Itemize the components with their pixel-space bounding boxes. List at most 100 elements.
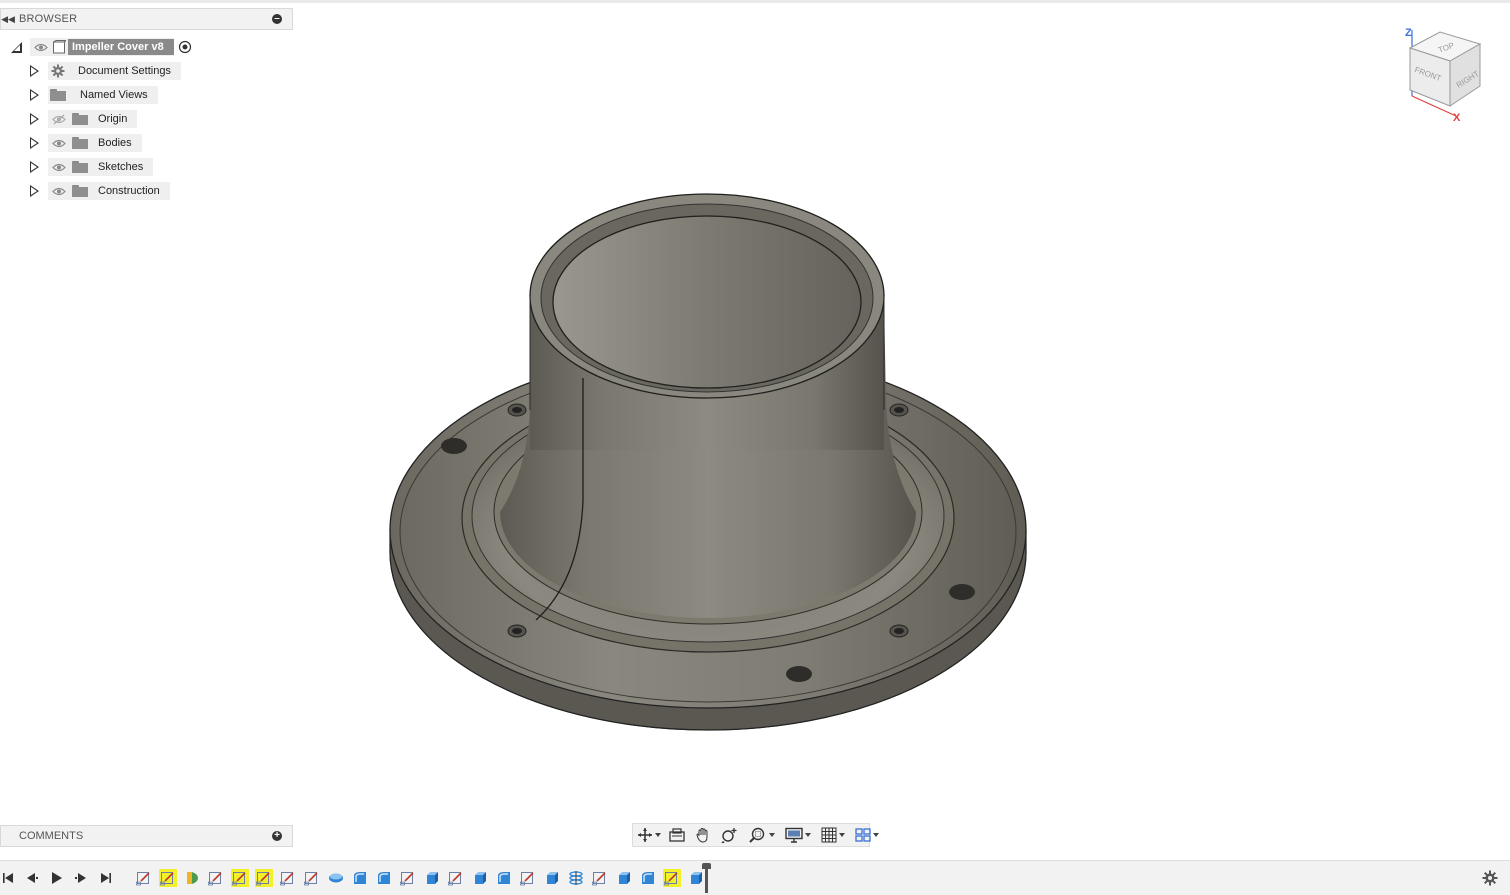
timeline-feature-extrude-icon[interactable] bbox=[471, 869, 489, 887]
timeline-feature-revolve-icon[interactable] bbox=[183, 869, 201, 887]
browser-item-sketches[interactable]: Sketches bbox=[28, 157, 154, 177]
top-divider bbox=[0, 0, 1510, 3]
browser-item-label: Named Views bbox=[80, 89, 148, 101]
folder-icon bbox=[72, 161, 88, 173]
sketches-box[interactable]: Sketches bbox=[48, 158, 154, 176]
timeline-feature-sketch-icon[interactable] bbox=[159, 869, 177, 887]
browser-panel-header[interactable]: ◀◀ BROWSER – bbox=[0, 8, 293, 30]
collapse-panel-icon[interactable]: ◀◀ bbox=[1, 14, 15, 25]
browser-item-label: Sketches bbox=[98, 161, 144, 173]
timeline-bar bbox=[0, 860, 1510, 895]
visibility-eye-icon[interactable] bbox=[48, 158, 70, 176]
viewports-icon bbox=[855, 828, 871, 842]
expand-icon[interactable] bbox=[28, 160, 40, 174]
timeline-feature-sketch-icon[interactable] bbox=[447, 869, 465, 887]
origin-box[interactable]: Origin bbox=[48, 110, 138, 128]
expand-icon[interactable] bbox=[28, 136, 40, 150]
grid-icon bbox=[821, 827, 837, 843]
look-at-button[interactable] bbox=[669, 825, 685, 845]
play-button[interactable] bbox=[51, 871, 63, 885]
browser-item-named-views[interactable]: Named Views bbox=[28, 85, 158, 105]
component-label[interactable]: Impeller Cover v8 bbox=[68, 39, 174, 55]
timeline-feature-sketch-icon[interactable] bbox=[591, 869, 609, 887]
timeline-feature-sketch-icon[interactable] bbox=[135, 869, 153, 887]
folder-icon bbox=[72, 137, 88, 149]
folder-icon bbox=[72, 185, 88, 197]
expand-icon[interactable] bbox=[28, 112, 40, 126]
named-views-box[interactable]: Named Views bbox=[48, 86, 158, 104]
orbit-button[interactable] bbox=[637, 825, 661, 845]
impeller-cover-model[interactable] bbox=[389, 193, 1027, 731]
browser-item-bodies[interactable]: Bodies bbox=[28, 133, 142, 153]
pan-hand-icon bbox=[696, 827, 708, 843]
look-at-icon bbox=[669, 828, 685, 842]
folder-icon bbox=[50, 89, 66, 101]
timeline-feature-sketch-icon[interactable] bbox=[279, 869, 297, 887]
visibility-eye-icon[interactable] bbox=[48, 134, 70, 152]
timeline-feature-fillet-icon[interactable] bbox=[495, 869, 513, 887]
timeline-feature-sketch-icon[interactable] bbox=[231, 869, 249, 887]
expand-icon[interactable] bbox=[28, 64, 40, 78]
comments-panel-header[interactable]: COMMENTS + bbox=[0, 825, 293, 847]
zoom-icon bbox=[721, 828, 737, 843]
root-component-box[interactable]: Impeller Cover v8 bbox=[30, 38, 174, 56]
go-to-start-button[interactable] bbox=[2, 871, 14, 885]
go-to-end-button[interactable] bbox=[100, 871, 112, 885]
timeline-feature-pattern-icon[interactable] bbox=[567, 869, 585, 887]
timeline-feature-extrude-icon[interactable] bbox=[615, 869, 633, 887]
zoom-fit-button[interactable] bbox=[749, 825, 775, 845]
pan-button[interactable] bbox=[695, 825, 711, 845]
timeline-feature-sketch-icon[interactable] bbox=[207, 869, 225, 887]
hidden-eye-icon[interactable] bbox=[48, 110, 70, 128]
construction-box[interactable]: Construction bbox=[48, 182, 170, 200]
visibility-eye-icon[interactable] bbox=[30, 38, 52, 56]
navigation-toolbar bbox=[632, 823, 879, 847]
bodies-box[interactable]: Bodies bbox=[48, 134, 142, 152]
folder-icon bbox=[72, 113, 88, 125]
timeline-feature-body-icon[interactable] bbox=[327, 869, 345, 887]
minimize-panel-icon[interactable]: – bbox=[272, 14, 282, 24]
play-icon bbox=[52, 872, 62, 884]
skip-start-icon bbox=[3, 873, 13, 883]
axis-x-label: X bbox=[1453, 112, 1461, 124]
mounting-holes bbox=[441, 403, 975, 682]
grid-settings-button[interactable] bbox=[821, 825, 845, 845]
display-settings-button[interactable] bbox=[785, 825, 811, 845]
browser-item-construction[interactable]: Construction bbox=[28, 181, 170, 201]
browser-item-origin[interactable]: Origin bbox=[28, 109, 138, 129]
collapse-root-icon[interactable] bbox=[10, 40, 22, 54]
skip-end-icon bbox=[101, 873, 111, 883]
timeline-feature-sketch-icon[interactable] bbox=[255, 869, 273, 887]
timeline-feature-sketch-icon[interactable] bbox=[303, 869, 321, 887]
timeline-feature-extrude-icon[interactable] bbox=[423, 869, 441, 887]
add-comment-icon[interactable]: + bbox=[272, 831, 282, 841]
timeline-feature-extrude-icon[interactable] bbox=[543, 869, 561, 887]
visibility-eye-icon[interactable] bbox=[48, 182, 70, 200]
display-monitor-icon bbox=[785, 827, 803, 843]
orbit-icon bbox=[638, 828, 652, 842]
document-settings-box[interactable]: Document Settings bbox=[48, 62, 181, 80]
gear-icon bbox=[48, 64, 68, 78]
timeline-feature-fillet-icon[interactable] bbox=[375, 869, 393, 887]
viewports-button[interactable] bbox=[855, 825, 879, 845]
expand-icon[interactable] bbox=[28, 88, 40, 102]
browser-root-component[interactable]: Impeller Cover v8 bbox=[10, 37, 192, 57]
expand-icon[interactable] bbox=[28, 184, 40, 198]
browser-item-label: Origin bbox=[98, 113, 128, 125]
timeline-feature-extrude-icon[interactable] bbox=[687, 869, 705, 887]
activate-component-icon[interactable] bbox=[178, 40, 192, 54]
browser-item-document-settings[interactable]: Document Settings bbox=[28, 61, 181, 81]
timeline-feature-sketch-icon[interactable] bbox=[399, 869, 417, 887]
model-viewport[interactable] bbox=[0, 0, 1510, 894]
timeline-feature-sketch-icon[interactable] bbox=[519, 869, 537, 887]
axis-z-label: Z bbox=[1405, 27, 1412, 39]
timeline-feature-fillet-icon[interactable] bbox=[639, 869, 657, 887]
step-forward-button[interactable] bbox=[75, 871, 87, 885]
zoom-window-button[interactable] bbox=[721, 825, 739, 845]
timeline-settings-gear-icon[interactable] bbox=[1482, 870, 1498, 891]
timeline-feature-sketch-icon[interactable] bbox=[663, 869, 681, 887]
timeline-feature-fillet-icon[interactable] bbox=[351, 869, 369, 887]
step-back-button[interactable] bbox=[26, 871, 38, 885]
viewcube[interactable]: Z X TOP FRONT RIGHT bbox=[1400, 24, 1490, 124]
timeline-marker[interactable] bbox=[702, 863, 711, 893]
